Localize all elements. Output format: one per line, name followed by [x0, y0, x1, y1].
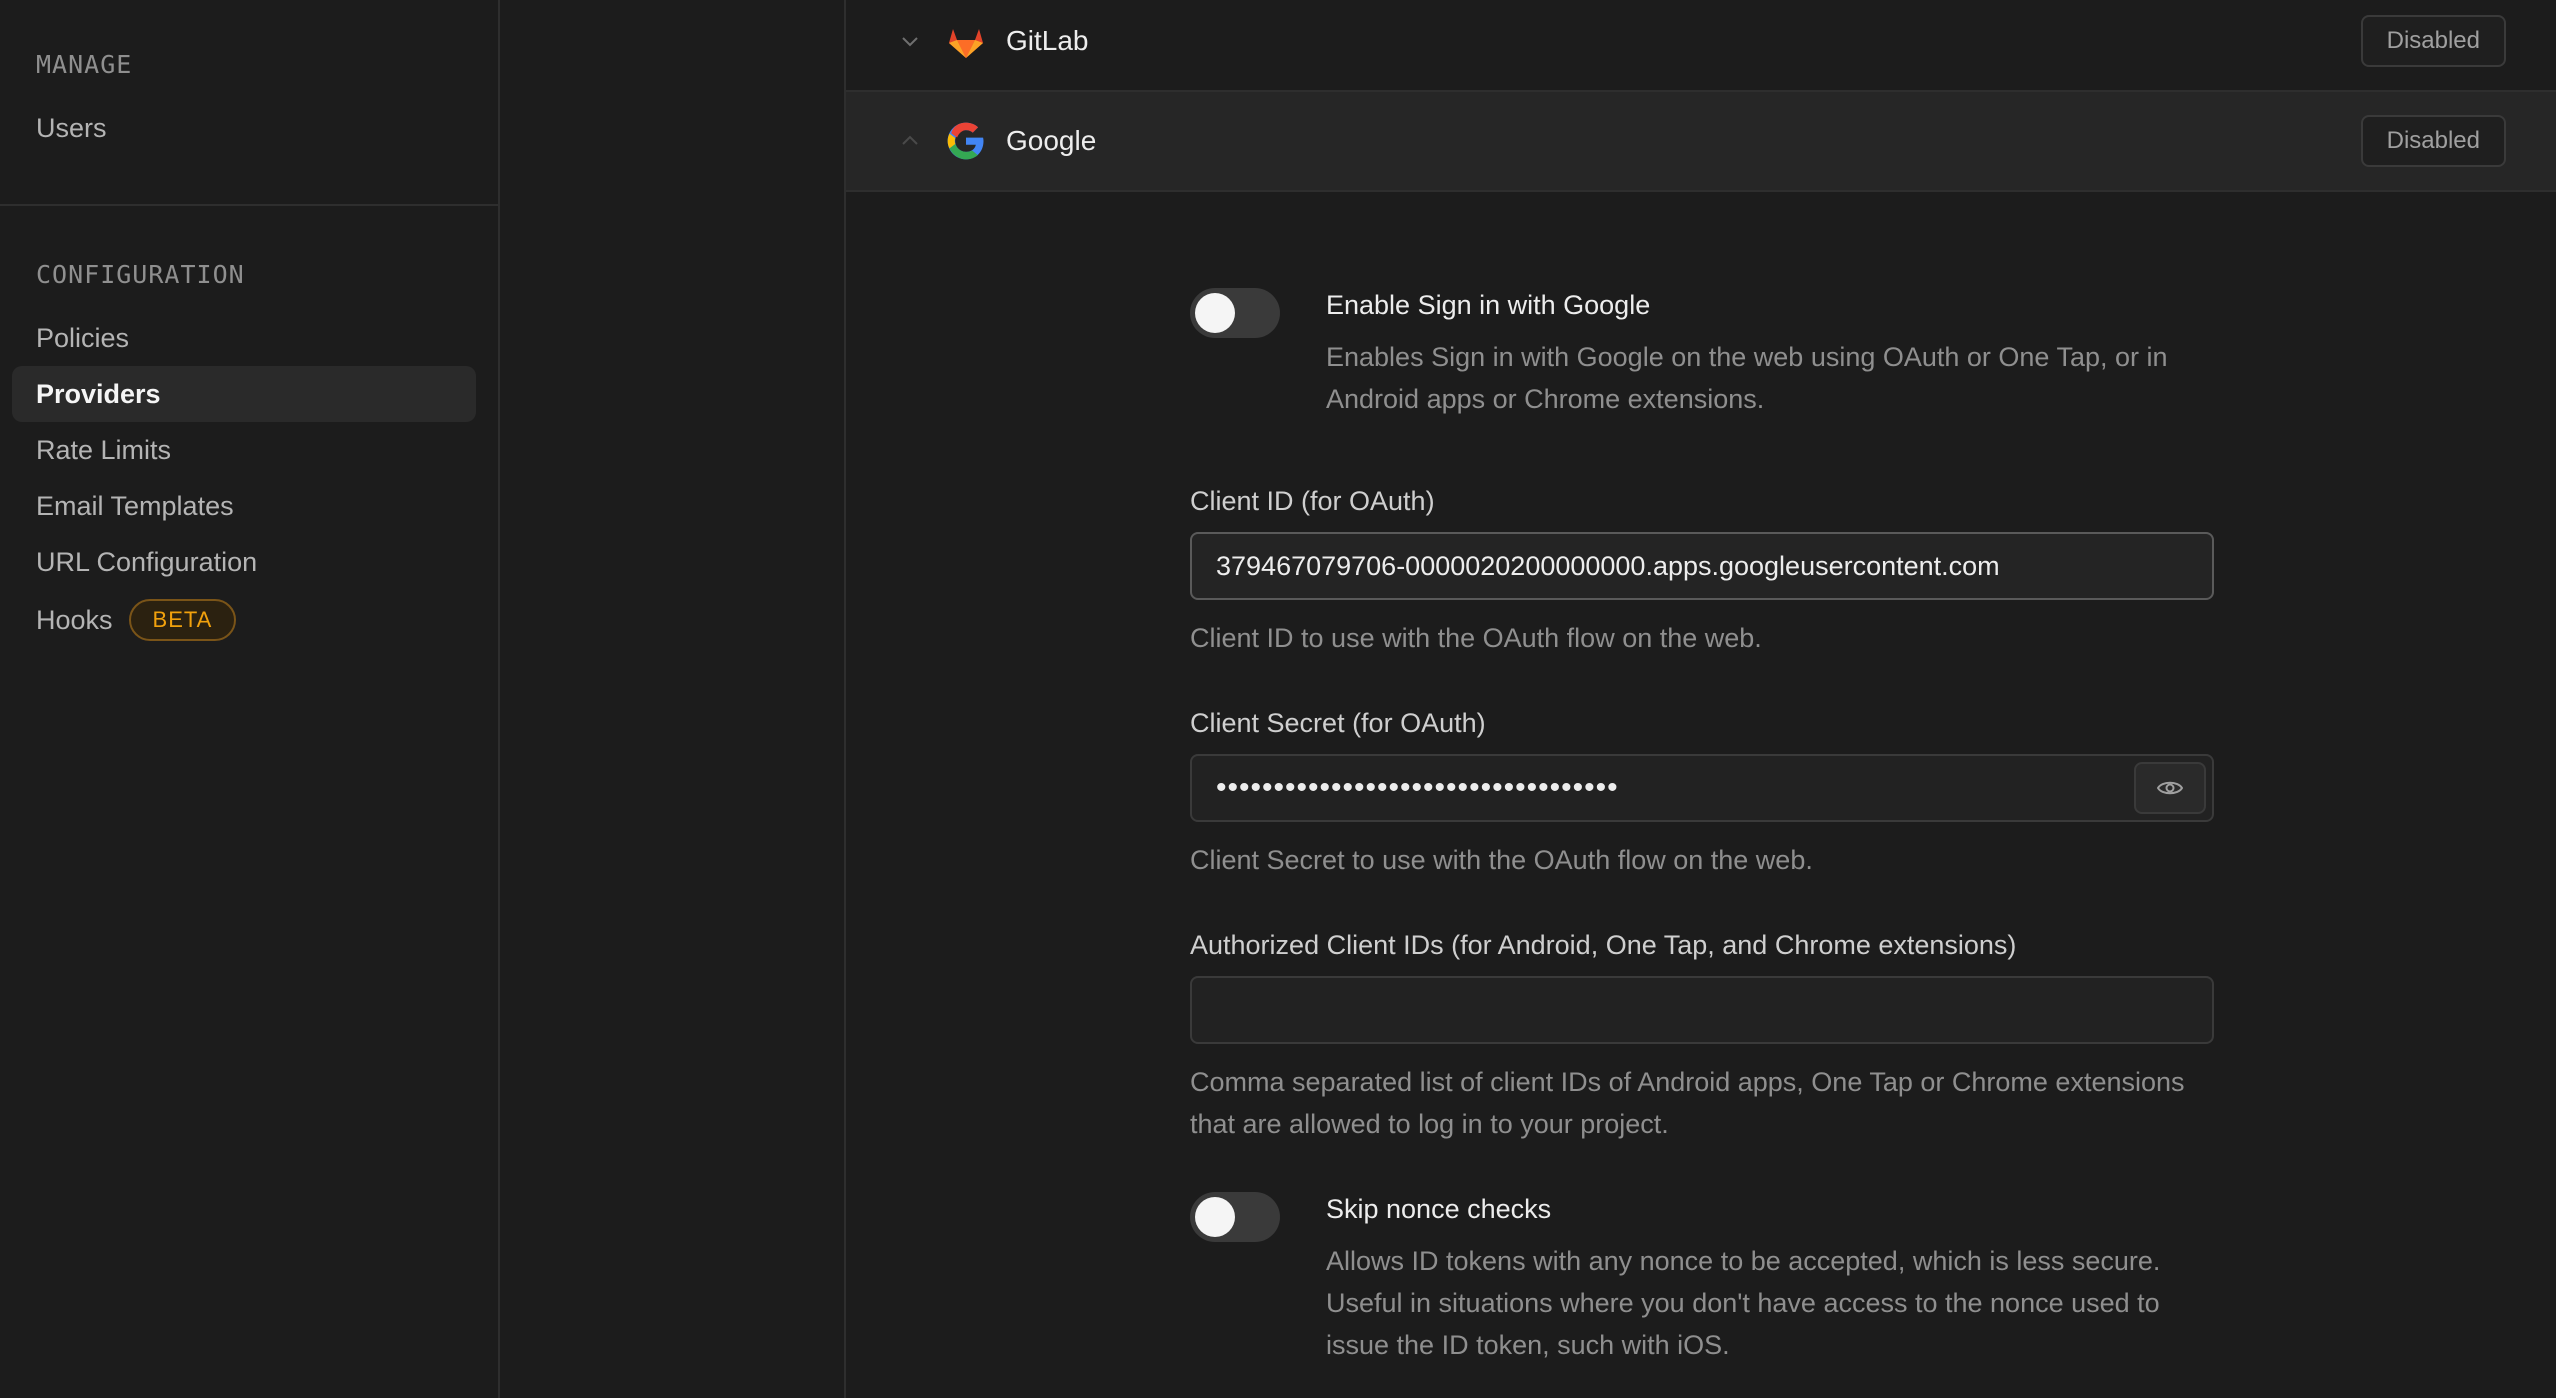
sidebar-item-email-templates[interactable]: Email Templates — [12, 478, 476, 534]
sidebar-item-rate-limits[interactable]: Rate Limits — [12, 422, 476, 478]
status-badge-gitlab: Disabled — [2360, 15, 2506, 67]
provider-name-gitlab: GitLab — [1006, 25, 1089, 56]
client-secret-label: Client Secret (for OAuth) — [1190, 708, 1486, 738]
sidebar-item-users[interactable]: Users — [12, 100, 476, 156]
beta-badge: BETA — [128, 599, 237, 641]
sidebar-item-hooks[interactable]: Hooks BETA — [12, 592, 476, 648]
authorized-client-ids-help: Comma separated list of client IDs of An… — [1190, 1067, 2185, 1139]
skip-nonce-title: Skip nonce checks — [1326, 1194, 1552, 1224]
toggle-knob — [1195, 1197, 1235, 1237]
sidebar-item-url-configuration[interactable]: URL Configuration — [12, 534, 476, 590]
eye-icon — [2157, 781, 2183, 795]
sidebar-divider — [0, 204, 500, 206]
status-badge-google: Disabled — [2360, 115, 2506, 167]
client-id-help: Client ID to use with the OAuth flow on … — [1190, 623, 1762, 653]
authorized-client-ids-input[interactable] — [1190, 976, 2214, 1044]
section-title-manage: MANAGE — [36, 50, 133, 79]
app-window: MANAGE Users CONFIGURATION Policies Prov… — [0, 0, 2556, 1398]
toggle-knob — [1195, 293, 1235, 333]
client-id-value: 379467079706-0000020200000000.apps.googl… — [1216, 550, 2000, 581]
client-secret-input[interactable]: ••••••••••••••••••••••••••••••••••• — [1190, 754, 2214, 822]
chevron-down-icon — [902, 37, 918, 47]
provider-row-gitlab[interactable]: GitLab Disabled — [846, 0, 2556, 92]
enable-google-description: Enables Sign in with Google on the web u… — [1326, 342, 2168, 414]
section-title-configuration: CONFIGURATION — [36, 260, 245, 289]
sidebar: MANAGE Users CONFIGURATION Policies Prov… — [0, 0, 500, 1398]
providers-panel: GitLab Disabled Google Disabled Enable S… — [846, 0, 2556, 1398]
authorized-client-ids-label: Authorized Client IDs (for Android, One … — [1190, 930, 2017, 960]
skip-nonce-description: Allows ID tokens with any nonce to be ac… — [1326, 1246, 2161, 1360]
client-id-label: Client ID (for OAuth) — [1190, 486, 1435, 516]
provider-row-google[interactable]: Google Disabled — [846, 92, 2556, 192]
client-secret-help: Client Secret to use with the OAuth flow… — [1190, 845, 1813, 875]
client-id-input[interactable]: 379467079706-0000020200000000.apps.googl… — [1190, 532, 2214, 600]
sidebar-item-hooks-label: Hooks — [36, 604, 113, 635]
sidebar-item-providers[interactable]: Providers — [12, 366, 476, 422]
provider-name-google: Google — [1006, 125, 1097, 156]
skip-nonce-toggle[interactable] — [1190, 1192, 1280, 1242]
reveal-secret-button[interactable] — [2134, 762, 2206, 814]
enable-google-toggle[interactable] — [1190, 288, 1280, 338]
client-secret-value: ••••••••••••••••••••••••••••••••••• — [1216, 771, 1619, 804]
sidebar-item-policies[interactable]: Policies — [12, 310, 476, 366]
enable-google-title: Enable Sign in with Google — [1326, 290, 1651, 320]
gitlab-icon — [949, 29, 983, 58]
google-icon — [947, 122, 984, 160]
chevron-up-icon — [902, 135, 918, 145]
secondary-column — [500, 0, 846, 1398]
